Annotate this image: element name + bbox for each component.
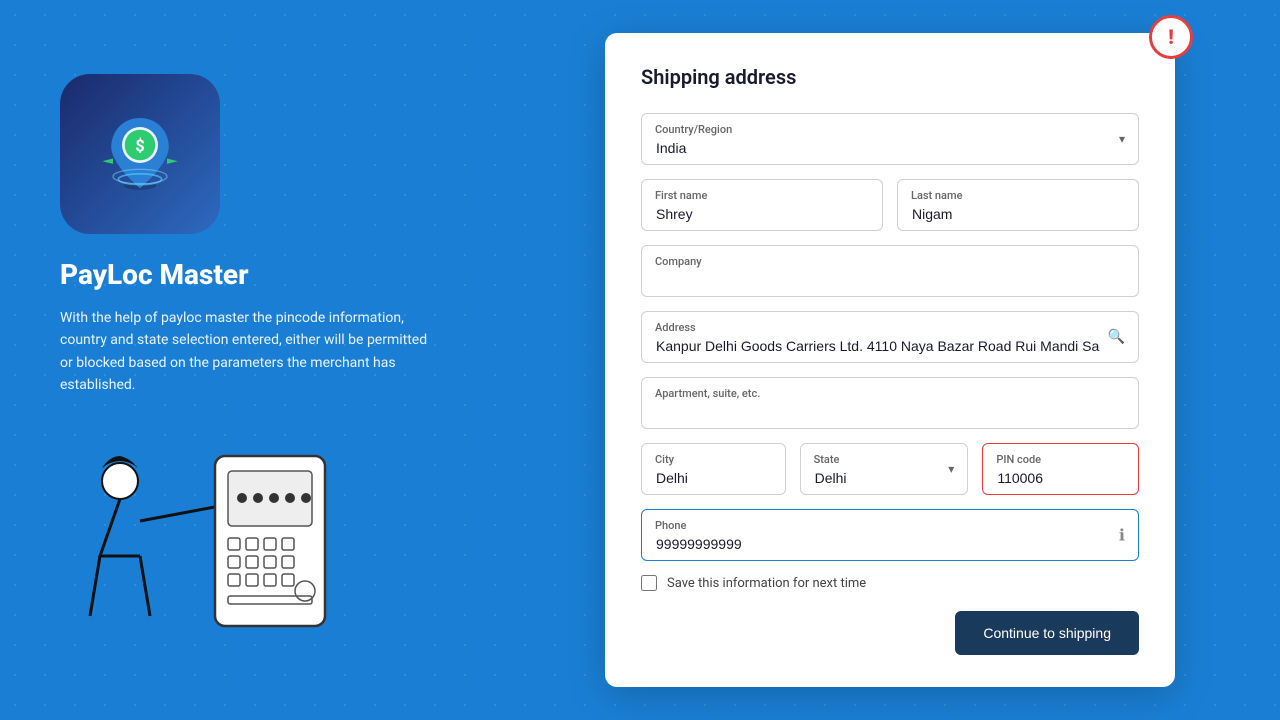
app-description: With the help of payloc master the pinco… (60, 307, 440, 397)
company-field[interactable]: Company (641, 245, 1139, 297)
phone-input[interactable] (641, 509, 1139, 561)
lastname-field[interactable]: Last name (897, 179, 1139, 231)
country-field[interactable]: Country/Region India ▾ (641, 113, 1139, 165)
card-title: Shipping address (641, 65, 1139, 89)
apartment-field[interactable]: Apartment, suite, etc. (641, 377, 1139, 429)
country-select[interactable]: India (641, 113, 1139, 165)
shipping-card: ! Shipping address Country/Region India … (605, 33, 1175, 687)
firstname-field[interactable]: First name (641, 179, 883, 231)
button-row: Continue to shipping (641, 611, 1139, 655)
app-title: PayLoc Master (60, 258, 440, 291)
apartment-input[interactable] (641, 377, 1139, 429)
lastname-input[interactable] (897, 179, 1139, 231)
save-label[interactable]: Save this information for next time (667, 576, 866, 591)
atm-illustration (60, 426, 320, 646)
state-select[interactable]: Delhi (800, 443, 969, 495)
name-row: First name Last name (641, 179, 1139, 231)
state-field[interactable]: State Delhi ▾ (800, 443, 969, 495)
address-field[interactable]: Address 🔍 (641, 311, 1139, 363)
phone-field[interactable]: Phone ℹ (641, 509, 1139, 561)
save-checkbox[interactable] (641, 575, 657, 591)
help-icon[interactable]: ℹ (1119, 526, 1125, 545)
pincode-input[interactable] (982, 443, 1139, 495)
city-input[interactable] (641, 443, 786, 495)
alert-icon: ! (1149, 15, 1193, 59)
continue-button[interactable]: Continue to shipping (955, 611, 1139, 655)
company-input[interactable] (641, 245, 1139, 297)
right-panel: ! Shipping address Country/Region India … (500, 13, 1280, 707)
save-row[interactable]: Save this information for next time (641, 575, 1139, 591)
pincode-field[interactable]: PIN code (982, 443, 1139, 495)
city-state-pin-row: City State Delhi ▾ PIN code (641, 443, 1139, 495)
firstname-input[interactable] (641, 179, 883, 231)
city-field[interactable]: City (641, 443, 786, 495)
address-input[interactable] (641, 311, 1139, 363)
app-icon: $ (60, 74, 220, 234)
left-panel: $ PayLoc Master With the help of payloc … (0, 34, 500, 687)
svg-text:$: $ (135, 136, 144, 155)
